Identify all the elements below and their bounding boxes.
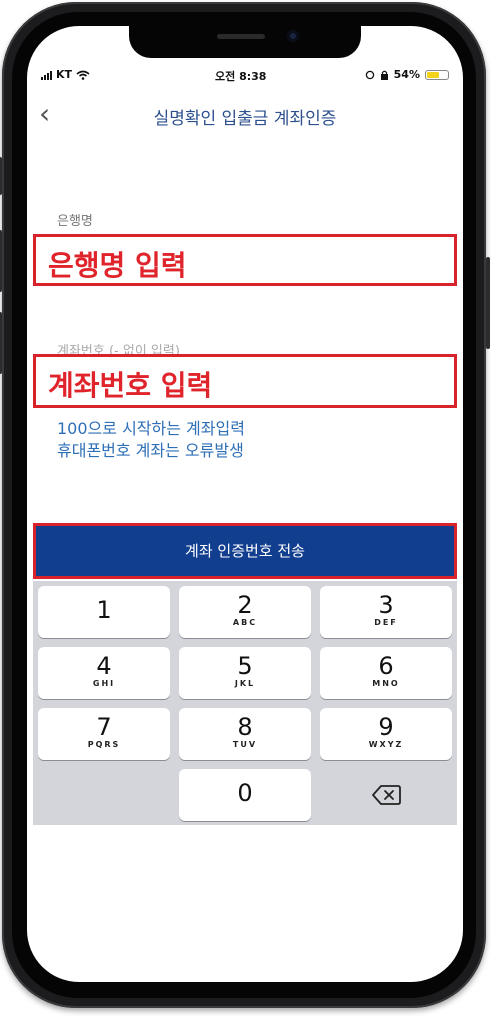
status-right: 54% bbox=[365, 68, 449, 81]
bank-name-input[interactable]: 은행명 입력 bbox=[33, 234, 457, 286]
key-0[interactable]: 0 bbox=[179, 769, 311, 821]
key-7[interactable]: 7 PQRS bbox=[38, 708, 170, 760]
speaker-grille bbox=[217, 34, 265, 39]
bank-field-label: 은행명 bbox=[57, 214, 93, 229]
numeric-keypad: 1 2 ABC 3 DEF 4 GHI 5 JKL 6 MNO 7 PQRS 8… bbox=[33, 581, 457, 825]
status-time: 오전 8:38 bbox=[215, 70, 267, 83]
lock-rotation-icon bbox=[380, 70, 388, 80]
key-6-digit: 6 bbox=[378, 652, 394, 680]
notch bbox=[129, 26, 361, 58]
key-4-letters: GHI bbox=[92, 679, 116, 688]
key-7-letters: PQRS bbox=[87, 740, 121, 749]
page-title: 실명확인 입출금 계좌인증 bbox=[153, 109, 337, 129]
key-4[interactable]: 4 GHI bbox=[38, 647, 170, 699]
key-0-digit: 0 bbox=[237, 779, 253, 807]
key-6-letters: MNO bbox=[372, 679, 400, 688]
key-3[interactable]: 3 DEF bbox=[320, 586, 452, 638]
key-9-letters: WXYZ bbox=[368, 740, 404, 749]
account-number-input[interactable]: 계좌번호 입력 bbox=[33, 354, 457, 408]
signal-bars-icon bbox=[41, 70, 52, 80]
key-3-digit: 3 bbox=[378, 591, 394, 619]
key-8-letters: TUV bbox=[232, 740, 258, 749]
key-7-digit: 7 bbox=[96, 713, 112, 741]
key-5[interactable]: 5 JKL bbox=[179, 647, 311, 699]
silent-switch bbox=[0, 157, 2, 195]
key-8-digit: 8 bbox=[237, 713, 253, 741]
key-9[interactable]: 9 WXYZ bbox=[320, 708, 452, 760]
backspace-icon bbox=[372, 785, 401, 805]
battery-percent: 54% bbox=[393, 68, 420, 81]
account-note-2: 휴대폰번호 계좌는 오류발생 bbox=[57, 441, 244, 460]
key-2[interactable]: 2 ABC bbox=[179, 586, 311, 638]
app-header: ‹ 실명확인 입출금 계좌인증 bbox=[27, 98, 463, 134]
front-camera-icon bbox=[287, 30, 299, 42]
status-bar: KT 오전 8:38 54% bbox=[27, 66, 463, 86]
carrier-name: KT bbox=[56, 68, 73, 81]
account-number-overlay: 계좌번호 입력 bbox=[48, 369, 213, 402]
power-button bbox=[486, 257, 490, 349]
battery-icon bbox=[425, 69, 449, 80]
key-5-digit: 5 bbox=[237, 652, 253, 680]
volume-up-button bbox=[0, 230, 2, 292]
key-8[interactable]: 8 TUV bbox=[179, 708, 311, 760]
alarm-icon bbox=[365, 70, 374, 79]
app-screen: KT 오전 8:38 54% ‹ 실명확인 입출금 계좌인증 은행명 은행명 입… bbox=[27, 26, 463, 982]
key-2-digit: 2 bbox=[237, 591, 253, 619]
key-1[interactable]: 1 bbox=[38, 586, 170, 638]
key-5-letters: JKL bbox=[234, 679, 256, 688]
key-4-digit: 4 bbox=[96, 652, 112, 680]
key-1-digit: 1 bbox=[96, 596, 112, 624]
wifi-icon bbox=[76, 70, 90, 80]
key-2-letters: ABC bbox=[232, 618, 258, 627]
send-verification-button[interactable]: 계좌 인증번호 전송 bbox=[33, 523, 457, 579]
account-note-1: 100으로 시작하는 계좌입력 bbox=[57, 419, 245, 438]
key-6[interactable]: 6 MNO bbox=[320, 647, 452, 699]
delete-key[interactable] bbox=[320, 769, 452, 821]
carrier-info: KT bbox=[41, 68, 90, 81]
bank-name-overlay: 은행명 입력 bbox=[48, 249, 187, 282]
volume-down-button bbox=[0, 312, 2, 374]
key-3-letters: DEF bbox=[374, 618, 398, 627]
key-9-digit: 9 bbox=[378, 713, 394, 741]
